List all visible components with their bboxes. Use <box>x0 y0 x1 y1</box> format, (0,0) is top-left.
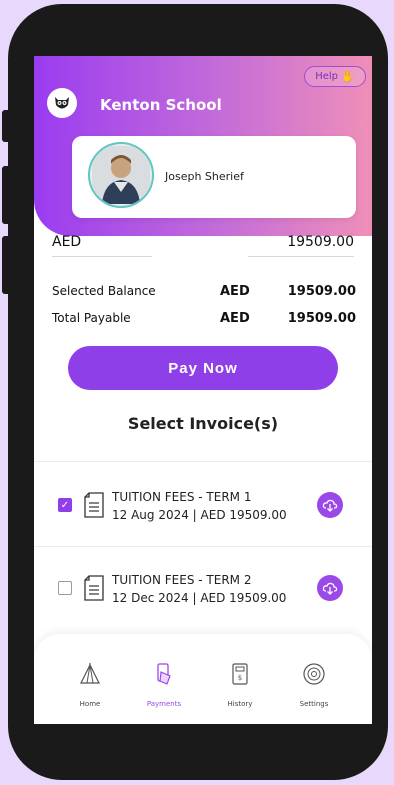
payments-icon <box>157 663 171 685</box>
nav-label: Payments <box>146 700 182 708</box>
history-icon: $ <box>232 663 248 685</box>
nav-label: Home <box>79 700 101 708</box>
student-card[interactable]: Joseph Sherief <box>72 136 356 218</box>
settings-icon <box>303 663 325 685</box>
waving-hand-icon: ✋ <box>341 70 355 83</box>
school-name: Kenton School <box>100 96 222 114</box>
phone-frame: Help ✋ Kenton School Joseph Sherief AED … <box>8 4 388 780</box>
total-payable-label: Total Payable <box>52 311 131 325</box>
download-button[interactable] <box>317 492 343 518</box>
cloud-download-icon <box>322 499 338 512</box>
document-icon <box>84 492 104 518</box>
invoices-title: Select Invoice(s) <box>127 414 279 433</box>
divider <box>34 461 372 462</box>
selected-balance-currency: AED <box>220 284 250 299</box>
invoice-checkbox[interactable] <box>58 581 72 595</box>
nav-label: History <box>227 700 253 708</box>
nav-item-history[interactable]: $ History <box>210 662 270 708</box>
amount-underline <box>248 256 354 257</box>
app-screen: Help ✋ Kenton School Joseph Sherief AED … <box>34 56 372 724</box>
invoice-checkbox[interactable]: ✓ <box>58 498 72 512</box>
invoice-item[interactable]: ✓ TUITION FEES - TERM 1 12 Aug 2024 | AE… <box>34 468 372 542</box>
help-label: Help <box>315 71 339 82</box>
selected-balance-row: Selected Balance AED 19509.00 <box>52 284 356 302</box>
total-payable-currency: AED <box>220 311 250 326</box>
help-button[interactable]: Help ✋ <box>304 66 366 87</box>
nav-label: Settings <box>299 700 329 708</box>
selected-balance-value: 19509.00 <box>287 284 356 299</box>
bottom-nav: Home Payments $ History Settings <box>34 634 372 724</box>
document-icon <box>84 575 104 601</box>
nav-item-settings[interactable]: Settings <box>284 662 344 708</box>
nav-item-payments[interactable]: Payments <box>134 662 194 708</box>
nav-item-home[interactable]: Home <box>60 662 120 708</box>
total-payable-value: 19509.00 <box>287 311 356 326</box>
divider <box>34 546 372 547</box>
avatar <box>88 142 154 208</box>
currency-underline <box>52 256 152 257</box>
cloud-download-icon <box>322 582 338 595</box>
invoice-detail: 12 Dec 2024 | AED 19509.00 <box>112 591 287 605</box>
home-icon <box>80 663 100 684</box>
total-payable-row: Total Payable AED 19509.00 <box>52 311 356 329</box>
amount-value[interactable]: 19509.00 <box>287 234 354 250</box>
student-photo <box>92 146 150 204</box>
student-name: Joseph Sherief <box>165 170 244 183</box>
svg-text:$: $ <box>238 674 242 682</box>
invoice-title: TUITION FEES - TERM 1 <box>112 490 252 504</box>
invoice-item[interactable]: TUITION FEES - TERM 2 12 Dec 2024 | AED … <box>34 551 372 625</box>
selected-balance-label: Selected Balance <box>52 284 156 298</box>
amount-row: AED 19509.00 <box>52 234 356 257</box>
invoice-title: TUITION FEES - TERM 2 <box>112 573 252 587</box>
invoice-detail: 12 Aug 2024 | AED 19509.00 <box>112 508 287 522</box>
owl-icon <box>55 97 69 109</box>
amount-currency: AED <box>52 234 82 250</box>
pay-now-button[interactable]: Pay Now <box>68 346 338 390</box>
school-logo <box>47 88 77 118</box>
download-button[interactable] <box>317 575 343 601</box>
